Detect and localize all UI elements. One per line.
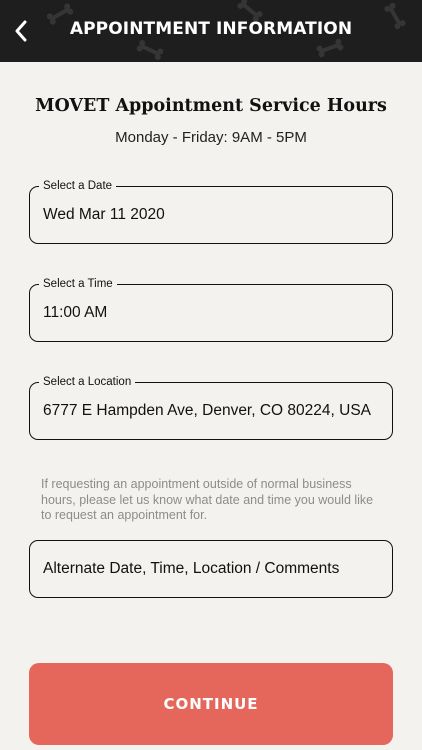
page-title: APPOINTMENT INFORMATION	[69, 19, 353, 39]
time-field[interactable]: Select a Time 11:00 AM	[29, 277, 393, 342]
date-field-value: Wed Mar 11 2020	[43, 206, 165, 223]
service-hours-text: Monday - Friday: 9AM - 5PM	[115, 129, 307, 146]
continue-button[interactable]: CONTINUE	[29, 663, 393, 745]
date-field-label: Select a Date	[39, 179, 117, 193]
location-field-value: 6777 E Hampden Ave, Denver, CO 80224, US…	[43, 402, 371, 419]
date-field[interactable]: Select a Date Wed Mar 11 2020	[29, 179, 393, 244]
out-of-hours-note: If requesting an appointment outside of …	[41, 477, 374, 522]
service-hours-heading: MOVET Appointment Service Hours	[35, 96, 387, 116]
comments-placeholder: Alternate Date, Time, Location / Comment…	[43, 560, 340, 577]
header-bar: APPOINTMENT INFORMATION	[0, 0, 422, 62]
time-field-label: Select a Time	[39, 277, 117, 291]
location-field[interactable]: Select a Location 6777 E Hampden Ave, De…	[29, 375, 393, 440]
comments-input[interactable]: Alternate Date, Time, Location / Comment…	[29, 540, 393, 598]
location-field-label: Select a Location	[39, 375, 136, 389]
time-field-value: 11:00 AM	[43, 304, 108, 321]
